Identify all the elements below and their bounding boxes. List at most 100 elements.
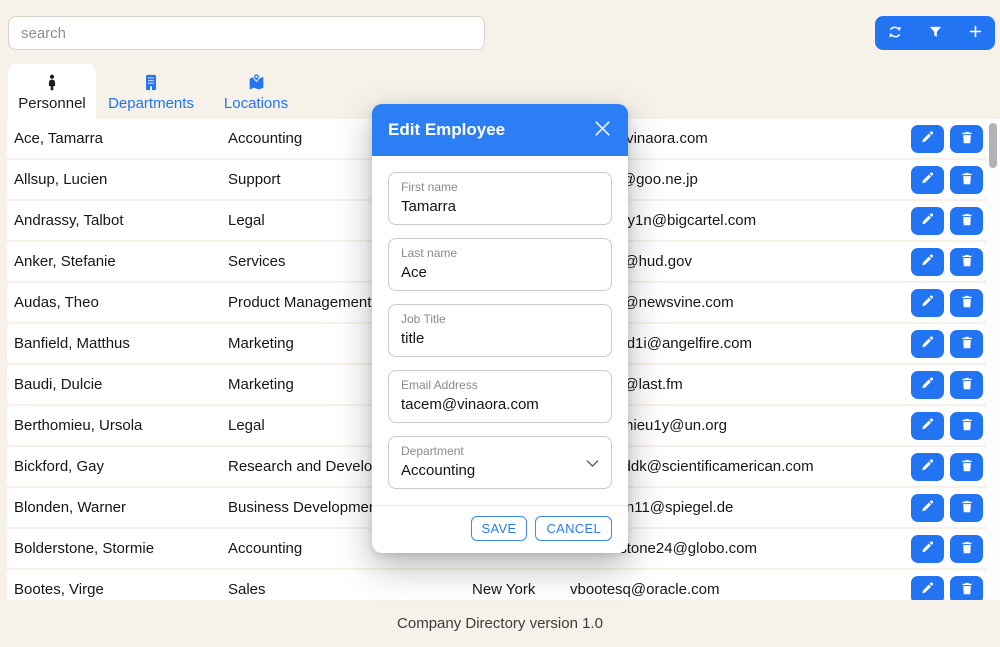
delete-button[interactable] — [950, 534, 983, 563]
refresh-icon — [887, 24, 903, 43]
pencil-icon — [920, 212, 935, 230]
add-button[interactable] — [955, 16, 995, 50]
employee-name: Bickford, Gay — [14, 458, 105, 475]
map-icon — [247, 72, 266, 92]
edit-button[interactable] — [911, 165, 944, 194]
pencil-icon — [920, 458, 935, 476]
edit-button[interactable] — [911, 206, 944, 235]
edit-button[interactable] — [911, 288, 944, 317]
row-actions — [911, 575, 983, 600]
edit-button[interactable] — [911, 452, 944, 481]
field-value: Accounting — [401, 462, 476, 479]
field-value: tacem@vinaora.com — [401, 396, 539, 413]
field-value: Tamarra — [401, 198, 457, 215]
modal-header: Edit Employee — [372, 104, 628, 156]
pencil-icon — [920, 253, 935, 271]
tab-bar: Personnel Departments Locations — [8, 64, 306, 119]
employee-name: Andrassy, Talbot — [14, 212, 124, 229]
edit-button[interactable] — [911, 370, 944, 399]
job-title-field[interactable]: Job Title title — [388, 304, 612, 357]
edit-button[interactable] — [911, 329, 944, 358]
edit-button[interactable] — [911, 247, 944, 276]
pencil-icon — [920, 376, 935, 394]
table-row: Bootes, Virge Sales New York vbootesq@or… — [7, 570, 986, 600]
close-icon — [595, 121, 610, 139]
cancel-button[interactable]: CANCEL — [535, 516, 612, 541]
employee-name: Baudi, Dulcie — [14, 376, 103, 393]
row-actions — [911, 411, 983, 440]
delete-button[interactable] — [950, 411, 983, 440]
employee-name: Blonden, Warner — [14, 499, 127, 516]
trash-icon — [960, 253, 974, 271]
edit-employee-modal: Edit Employee First name Tamarra Last na… — [372, 104, 628, 553]
field-label: First name — [401, 180, 458, 194]
delete-button[interactable] — [950, 452, 983, 481]
delete-button[interactable] — [950, 493, 983, 522]
employee-name: Ace, Tamarra — [14, 130, 103, 147]
row-actions — [911, 165, 983, 194]
edit-button[interactable] — [911, 124, 944, 153]
close-button[interactable] — [593, 119, 612, 141]
edit-button[interactable] — [911, 493, 944, 522]
employee-email: vbootesq@oracle.com — [570, 581, 720, 598]
tab-departments-label: Departments — [108, 94, 194, 112]
row-actions — [911, 534, 983, 563]
delete-button[interactable] — [950, 370, 983, 399]
delete-button[interactable] — [950, 206, 983, 235]
row-actions — [911, 370, 983, 399]
employee-name: Banfield, Matthus — [14, 335, 130, 352]
tab-personnel-label: Personnel — [18, 94, 86, 112]
pencil-icon — [920, 540, 935, 558]
save-button[interactable]: SAVE — [470, 516, 528, 541]
row-actions — [911, 493, 983, 522]
trash-icon — [960, 376, 974, 394]
trash-icon — [960, 171, 974, 189]
pencil-icon — [920, 417, 935, 435]
search-input[interactable] — [8, 16, 485, 50]
edit-button[interactable] — [911, 411, 944, 440]
building-icon — [142, 72, 160, 92]
filter-button[interactable] — [915, 16, 955, 50]
pencil-icon — [920, 171, 935, 189]
last-name-field[interactable]: Last name Ace — [388, 238, 612, 291]
app-window: Personnel Departments — [0, 0, 1000, 647]
tab-personnel[interactable]: Personnel — [8, 64, 96, 119]
field-label: Email Address — [401, 378, 478, 392]
delete-button[interactable] — [950, 247, 983, 276]
field-label: Job Title — [401, 312, 446, 326]
row-actions — [911, 452, 983, 481]
refresh-button[interactable] — [875, 16, 915, 50]
first-name-field[interactable]: First name Tamarra — [388, 172, 612, 225]
row-actions — [911, 206, 983, 235]
pencil-icon — [920, 581, 935, 599]
field-label: Last name — [401, 246, 458, 260]
scrollbar-thumb[interactable] — [989, 123, 997, 168]
row-actions — [911, 329, 983, 358]
trash-icon — [960, 294, 974, 312]
delete-button[interactable] — [950, 288, 983, 317]
pencil-icon — [920, 335, 935, 353]
trash-icon — [960, 417, 974, 435]
email-address-field[interactable]: Email Address tacem@vinaora.com — [388, 370, 612, 423]
department-field[interactable]: Department Accounting — [388, 436, 612, 489]
employee-name: Bolderstone, Stormie — [14, 540, 155, 557]
plus-icon — [968, 24, 983, 42]
employee-name: Audas, Theo — [14, 294, 99, 311]
delete-button[interactable] — [950, 165, 983, 194]
field-label: Department — [401, 444, 464, 458]
delete-button[interactable] — [950, 329, 983, 358]
delete-button[interactable] — [950, 124, 983, 153]
trash-icon — [960, 458, 974, 476]
app-footer: Company Directory version 1.0 — [0, 600, 1000, 647]
edit-button[interactable] — [911, 534, 944, 563]
scrollbar-track[interactable] — [986, 119, 1000, 600]
employee-name: Berthomieu, Ursola — [14, 417, 143, 434]
pencil-icon — [920, 130, 935, 148]
tab-locations-label: Locations — [223, 94, 289, 112]
modal-fields: First name Tamarra Last name Ace Job Tit… — [372, 156, 628, 505]
tab-departments[interactable]: Departments — [96, 64, 206, 119]
edit-button[interactable] — [911, 575, 944, 600]
modal-footer: SAVE CANCEL — [372, 505, 628, 553]
delete-button[interactable] — [950, 575, 983, 600]
tab-locations[interactable]: Locations — [206, 64, 306, 119]
